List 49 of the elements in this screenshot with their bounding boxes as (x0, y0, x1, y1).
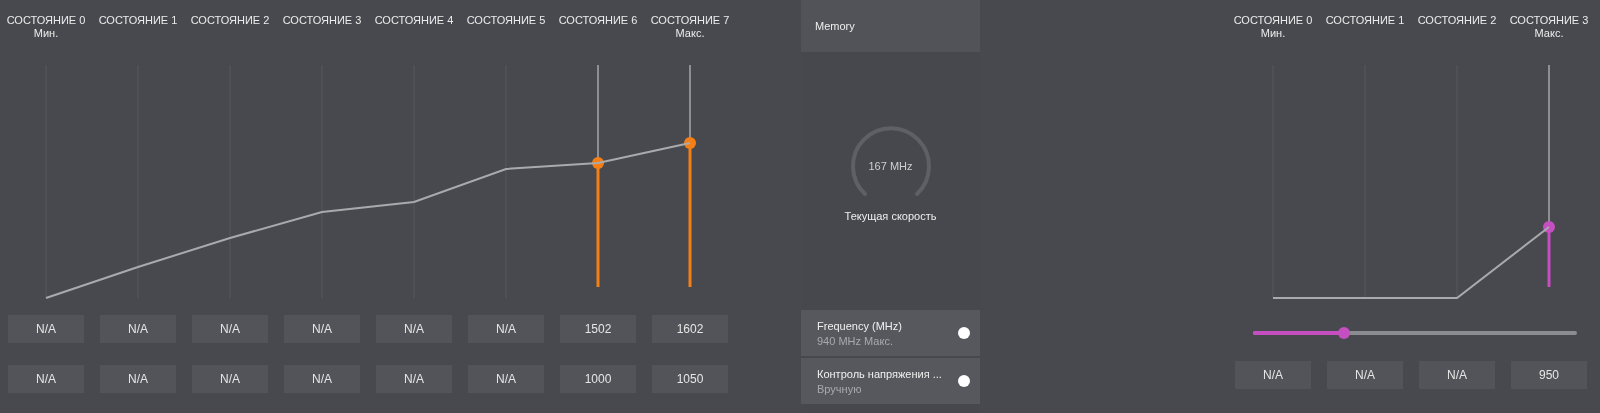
value-field[interactable]: 1050 (652, 365, 728, 393)
state-sublabel: Макс. (675, 27, 705, 40)
slider-thumb[interactable] (1337, 327, 1350, 339)
value-field[interactable]: N/A (284, 315, 360, 343)
state-label: СОСТОЯНИЕ 7 (650, 14, 730, 27)
state-label: СОСТОЯНИЕ 0 (1233, 14, 1313, 27)
state-label: СОСТОЯНИЕ 4 (374, 14, 454, 27)
state-label: СОСТОЯНИЕ 2 (1417, 14, 1497, 27)
state-sublabel: Мин. (33, 27, 59, 40)
value-field[interactable]: N/A (100, 315, 176, 343)
gauge-caption: Текущая скорость (844, 210, 937, 222)
setting-label: Frequency (MHz) (817, 319, 903, 332)
setting-item[interactable]: Контроль напряжения ... Вручную (801, 358, 980, 404)
value-field[interactable]: N/A (8, 315, 84, 343)
setting-label: Контроль напряжения ... (817, 367, 943, 380)
state-marker[interactable] (1543, 64, 1555, 287)
value-field[interactable]: 1602 (652, 315, 728, 343)
value-field[interactable]: N/A (468, 365, 544, 393)
value-field[interactable]: N/A (376, 315, 452, 343)
value-field[interactable]: 1502 (560, 315, 636, 343)
value-field[interactable]: N/A (8, 365, 84, 393)
state-label: СОСТОЯНИЕ 0 (6, 14, 86, 27)
value-field[interactable]: N/A (1419, 361, 1495, 389)
state-label: СОСТОЯНИЕ 3 (1509, 14, 1589, 27)
value-field[interactable]: N/A (192, 315, 268, 343)
state-label: СОСТОЯНИЕ 5 (466, 14, 546, 27)
state-label: СОСТОЯНИЕ 6 (558, 14, 638, 27)
setting-value: 940 MHz Макс. (817, 334, 894, 347)
memory-title: Memory (801, 0, 980, 52)
state-label: СОСТОЯНИЕ 3 (282, 14, 362, 27)
state-marker[interactable] (592, 64, 604, 287)
setting-item[interactable]: Frequency (MHz) 940 MHz Макс. (801, 310, 980, 356)
value-field[interactable]: N/A (1327, 361, 1403, 389)
state-label: СОСТОЯНИЕ 2 (190, 14, 270, 27)
state-sublabel: Мин. (1260, 27, 1286, 40)
value-field[interactable]: N/A (468, 315, 544, 343)
value-field[interactable]: N/A (376, 365, 452, 393)
value-field[interactable]: N/A (284, 365, 360, 393)
state-label: СОСТОЯНИЕ 1 (98, 14, 178, 27)
value-field[interactable]: N/A (192, 365, 268, 393)
value-field[interactable]: 950 (1511, 361, 1587, 389)
state-sublabel: Макс. (1534, 27, 1564, 40)
value-field[interactable]: 1000 (560, 365, 636, 393)
state-label: СОСТОЯНИЕ 1 (1325, 14, 1405, 27)
state-marker[interactable] (684, 64, 696, 287)
setting-value: Вручную (817, 382, 863, 395)
gauge-reading: 167 MHz (868, 160, 913, 172)
value-field[interactable]: N/A (1235, 361, 1311, 389)
value-field[interactable]: N/A (100, 365, 176, 393)
